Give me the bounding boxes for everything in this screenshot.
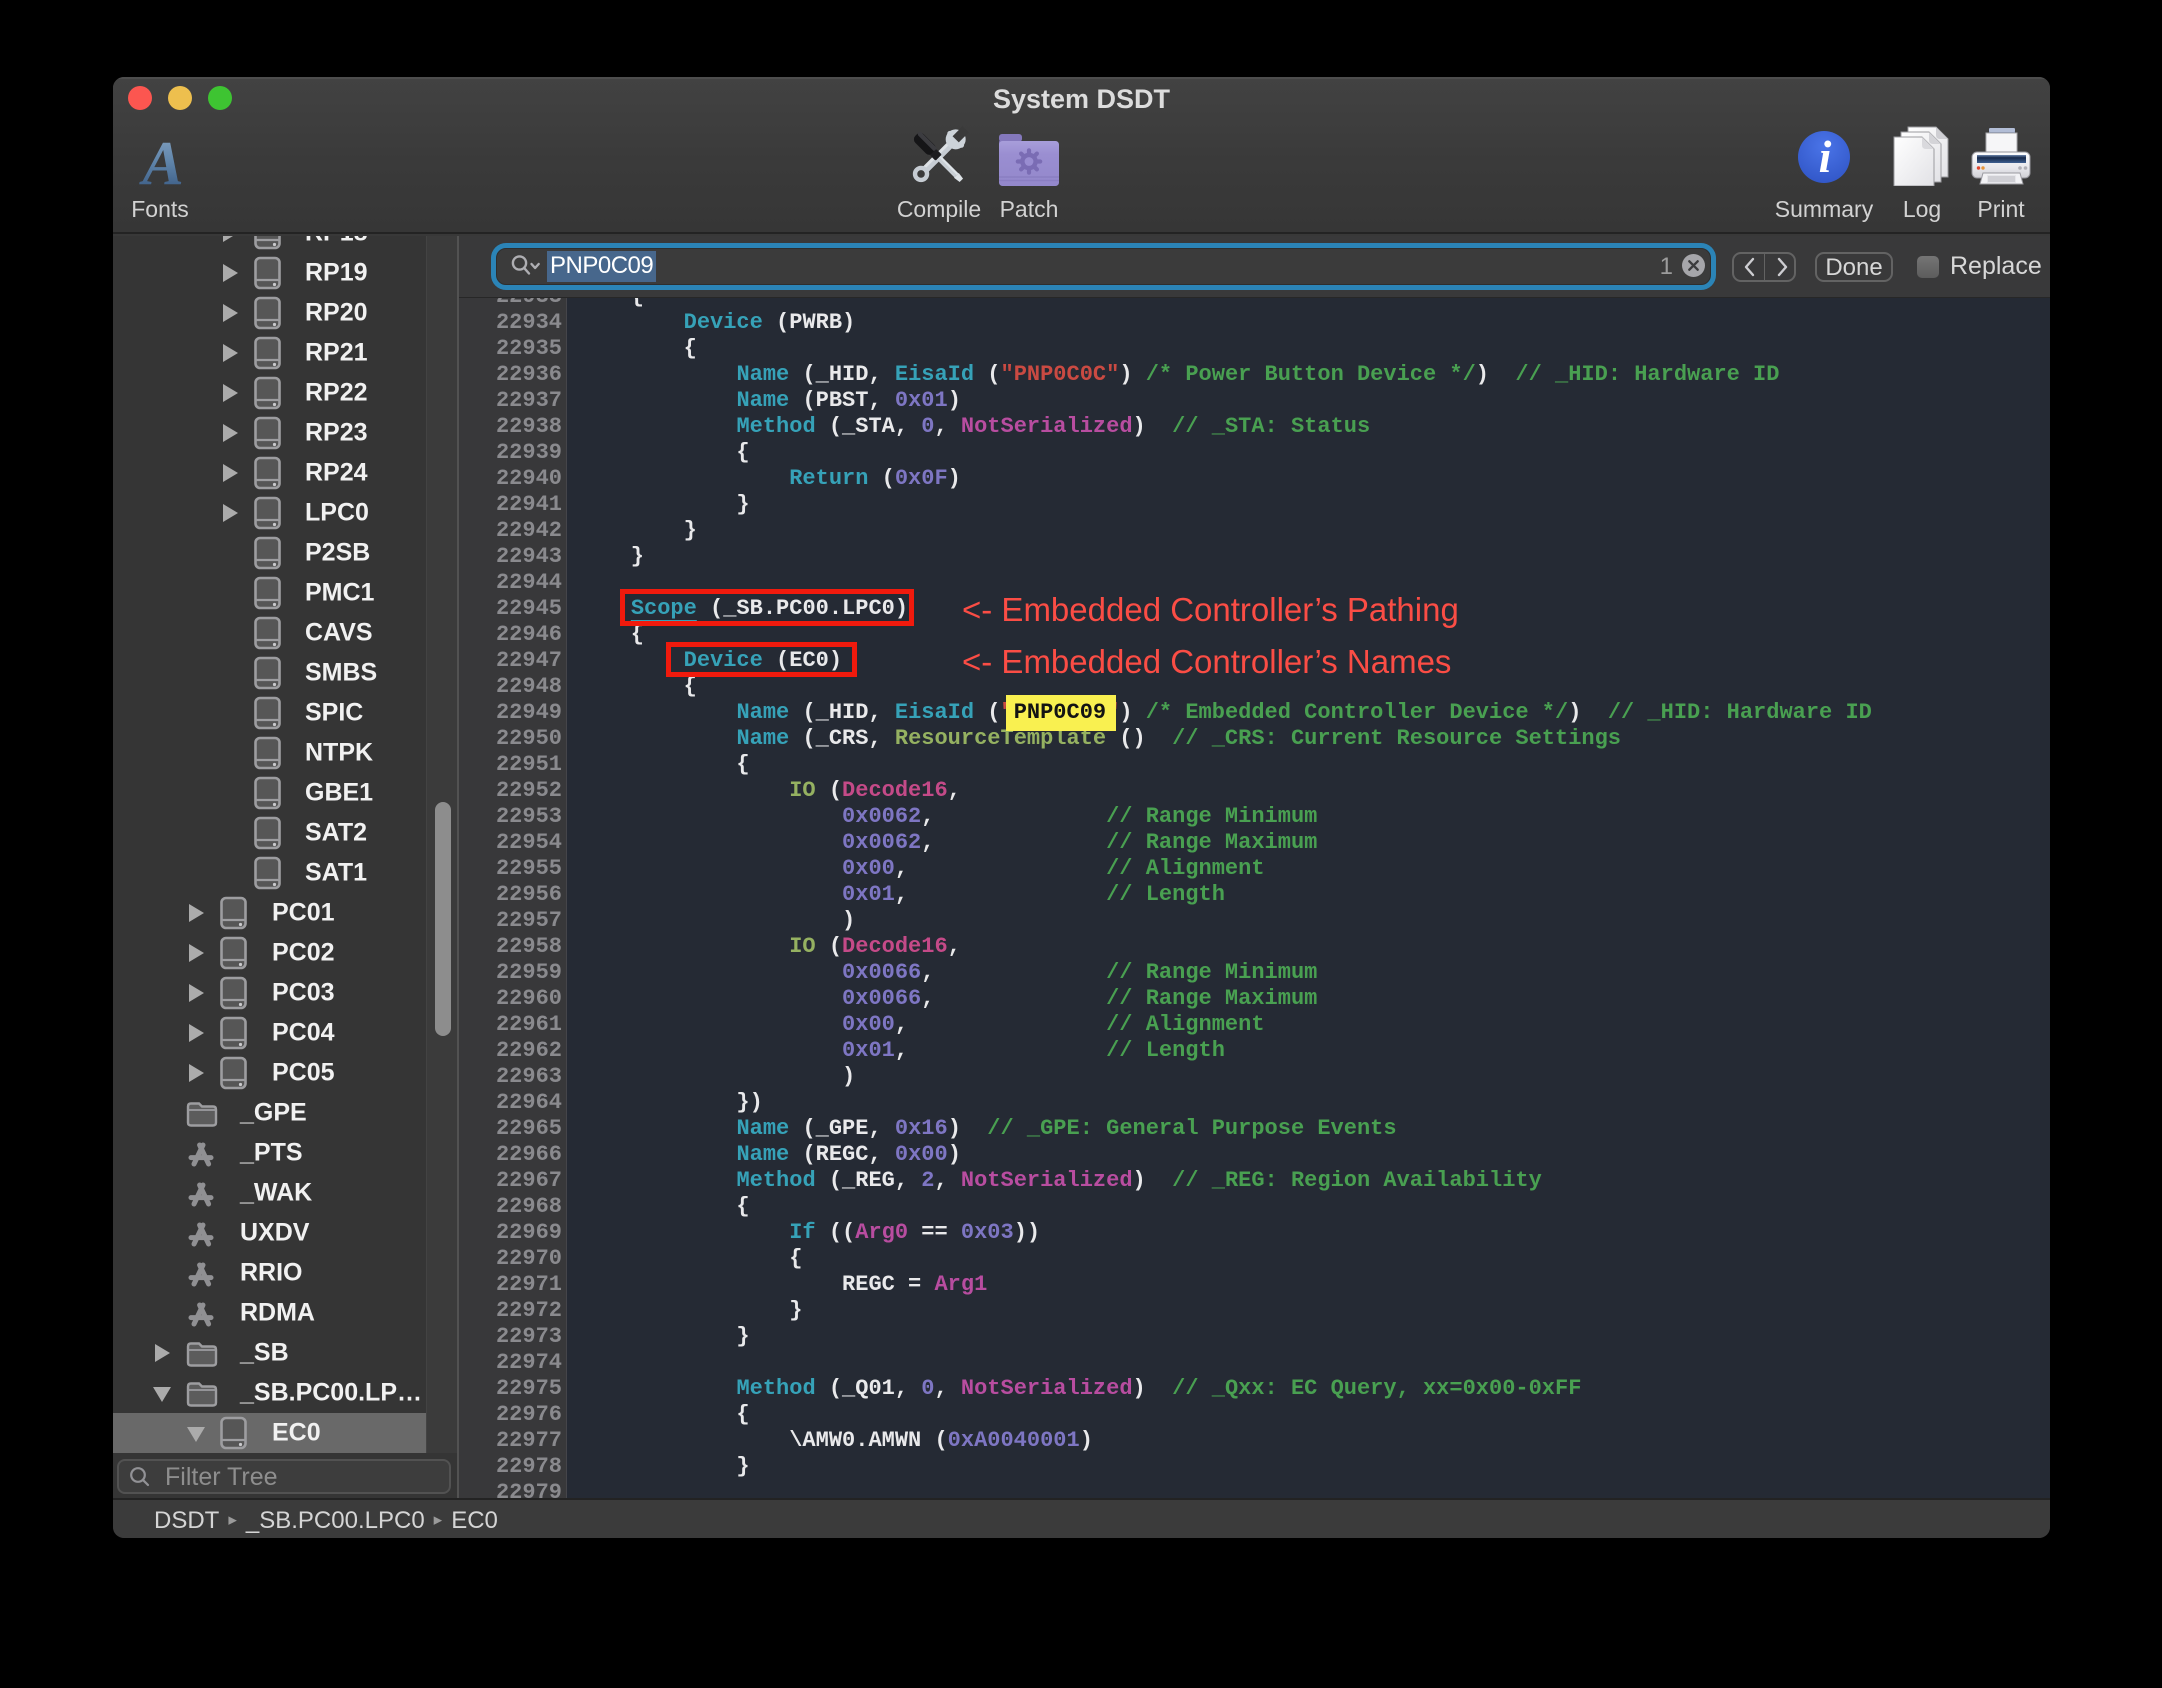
svg-text:i: i <box>1819 131 1832 182</box>
svg-text:A: A <box>138 134 183 192</box>
